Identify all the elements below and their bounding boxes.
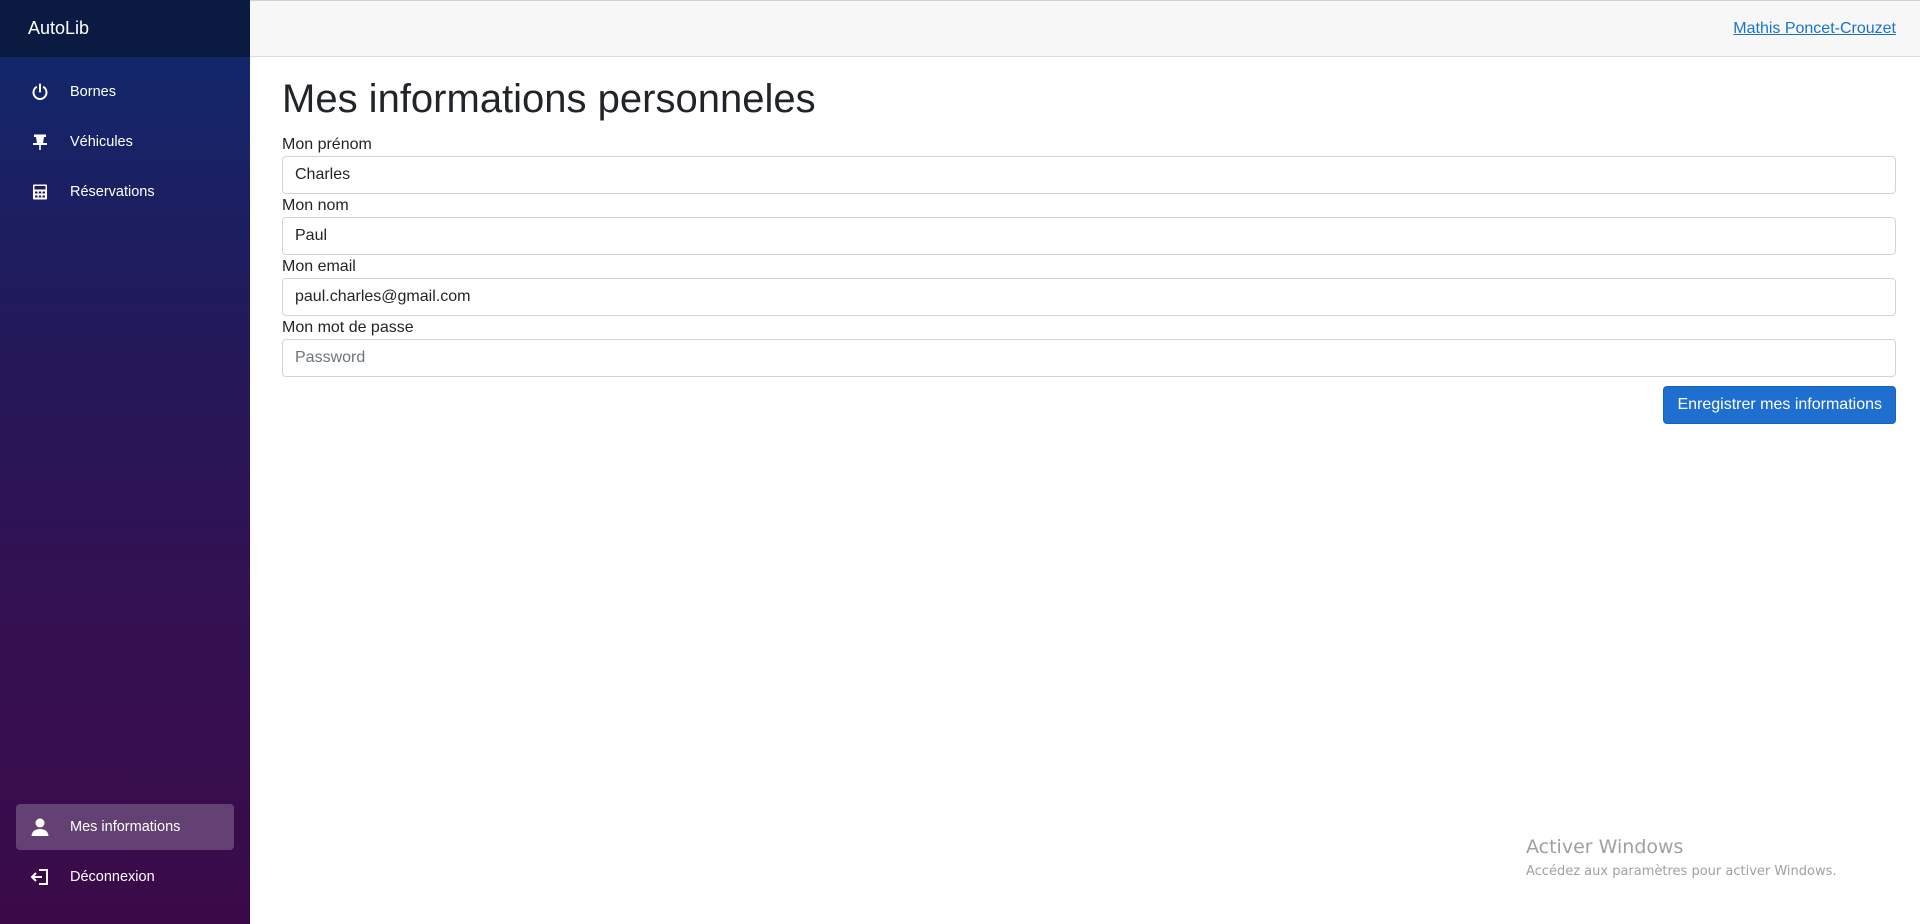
sidebar-item-label: Véhicules — [70, 134, 133, 150]
watermark-subtitle: Accédez aux paramètres pour activer Wind… — [1526, 864, 1837, 879]
email-input[interactable] — [282, 278, 1896, 316]
form-actions: Enregistrer mes informations — [282, 386, 1896, 424]
user-profile-link[interactable]: Mathis Poncet-Crouzet — [1733, 20, 1896, 38]
top-bar: Mathis Poncet-Crouzet — [250, 0, 1920, 57]
brand-logo[interactable]: AutoLib — [0, 0, 250, 57]
sidebar-item-bornes[interactable]: Bornes — [16, 69, 234, 115]
windows-activation-watermark: Activer Windows Accédez aux paramètres p… — [1526, 836, 1837, 879]
sidebar-item-reservations[interactable]: Réservations — [16, 169, 234, 215]
sidebar-nav: Bornes Véhicules Réservations — [0, 57, 250, 215]
logout-icon — [30, 867, 50, 887]
power-icon — [30, 82, 50, 102]
password-input[interactable] — [282, 339, 1896, 377]
personal-info-form: Mon prénom Mon nom Mon email Mon mot de … — [282, 136, 1896, 424]
password-label: Mon mot de passe — [282, 319, 414, 336]
sidebar-item-vehicules[interactable]: Véhicules — [16, 119, 234, 165]
sidebar-item-label: Réservations — [70, 184, 155, 200]
sidebar-item-mes-informations[interactable]: Mes informations — [16, 804, 234, 850]
sidebar: AutoLib Bornes Véhicules Réservations Me — [0, 0, 250, 924]
last-name-input[interactable] — [282, 217, 1896, 255]
calculator-icon — [30, 182, 50, 202]
watermark-title: Activer Windows — [1526, 836, 1684, 858]
user-icon — [30, 817, 50, 837]
sidebar-item-deconnexion[interactable]: Déconnexion — [16, 854, 234, 900]
first-name-input[interactable] — [282, 156, 1896, 194]
email-label: Mon email — [282, 258, 356, 275]
pin-icon — [30, 132, 50, 152]
sidebar-bottom-nav: Mes informations Déconnexion — [0, 800, 250, 904]
first-name-label: Mon prénom — [282, 136, 372, 153]
save-button[interactable]: Enregistrer mes informations — [1663, 386, 1896, 424]
last-name-label: Mon nom — [282, 197, 349, 214]
main-content: Mes informations personneles Mon prénom … — [282, 57, 1896, 424]
sidebar-item-label: Bornes — [70, 84, 116, 100]
page-title: Mes informations personneles — [282, 77, 816, 121]
sidebar-item-label: Mes informations — [70, 819, 181, 835]
sidebar-item-label: Déconnexion — [70, 869, 155, 885]
